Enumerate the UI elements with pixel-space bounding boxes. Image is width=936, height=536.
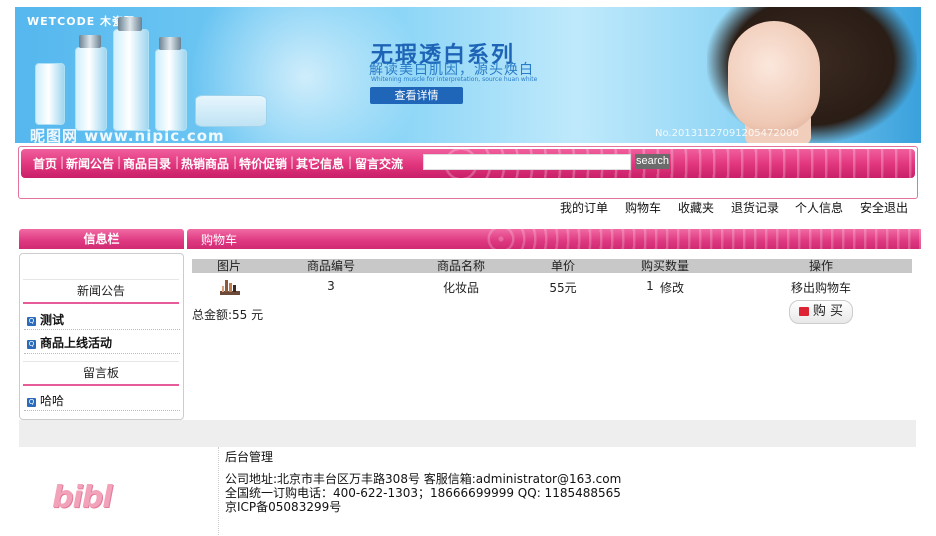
admin-link[interactable]: 后台管理 <box>225 448 273 465</box>
bullet-icon: Q <box>27 340 36 349</box>
cart-title: 购物车 <box>201 233 238 247</box>
banner-details-button[interactable]: 查看详情 <box>370 87 463 104</box>
divider <box>24 329 180 330</box>
cell-product-qty: 1 <box>646 279 654 293</box>
nav-separator: | <box>348 155 353 169</box>
nav-separator: | <box>290 155 295 169</box>
cart-table-header: 图片 商品编号 商品名称 单价 购买数量 操作 <box>192 259 912 273</box>
nav-item-promo[interactable]: 特价促销 <box>239 155 287 172</box>
buy-button[interactable]: 购 买 <box>789 300 853 324</box>
cream-jar-image <box>195 95 267 127</box>
footer-divider <box>218 447 219 535</box>
column-header-image: 图片 <box>216 259 242 273</box>
cell-product-id: 3 <box>327 279 335 293</box>
remove-from-cart-link[interactable]: 移出购物车 <box>791 279 851 296</box>
nav-separator: | <box>233 155 238 169</box>
column-header-qty: 购买数量 <box>640 259 690 273</box>
header-banner: WETCODE 木瓷码 无瑕透白系列 解读美白肌因，源头焕白 Whitening… <box>15 7 921 143</box>
bottle-cap <box>79 35 101 48</box>
search-input[interactable] <box>423 154 631 170</box>
link-favorites[interactable]: 收藏夹 <box>678 199 714 216</box>
search-button[interactable]: search <box>635 154 671 169</box>
sidebar-title: 信息栏 <box>19 229 184 249</box>
news-item-label: 商品上线活动 <box>40 336 113 350</box>
nav-item-message[interactable]: 留言交流 <box>355 155 403 172</box>
model-face <box>728 21 820 133</box>
link-my-orders[interactable]: 我的订单 <box>560 199 608 216</box>
bottle-image <box>155 49 187 131</box>
nav-item-home[interactable]: 首页 <box>33 155 57 172</box>
sidebar-news-title: 新闻公告 <box>23 279 179 304</box>
cart-icon <box>798 307 809 316</box>
nav-separator: | <box>60 155 65 169</box>
sidebar-board-title: 留言板 <box>23 361 179 386</box>
bottle-image <box>75 47 107 131</box>
footer-bar <box>19 420 916 447</box>
column-header-name: 商品名称 <box>436 259 486 273</box>
bullet-icon: Q <box>27 317 36 326</box>
bottle-image <box>35 63 65 125</box>
link-profile[interactable]: 个人信息 <box>795 199 843 216</box>
nav-separator: | <box>117 155 122 169</box>
nav-item-other[interactable]: 其它信息 <box>296 155 344 172</box>
column-header-id: 商品编号 <box>306 259 356 273</box>
banner-watermark: 昵图网 www.nipic.com <box>30 127 225 143</box>
bullet-icon: Q <box>27 398 36 407</box>
news-item[interactable]: Q 测试 <box>27 311 64 328</box>
cell-product-name: 化妆品 <box>442 281 480 295</box>
divider <box>24 353 180 354</box>
cart-header-pattern <box>487 229 921 249</box>
nav-item-catalog[interactable]: 商品目录 <box>123 155 171 172</box>
bottle-image <box>113 29 149 131</box>
board-item-label: 哈哈 <box>40 394 65 408</box>
banner-watermark-id: No.20131127091205472000 <box>655 128 799 139</box>
divider <box>24 410 180 411</box>
link-cart[interactable]: 购物车 <box>625 199 661 216</box>
cart-total: 总金额:55 元 <box>192 308 264 322</box>
cart-header: 购物车 <box>187 229 921 249</box>
column-header-price: 单价 <box>550 259 576 273</box>
banner-subline-en: Whitening muscle for interpretation, sou… <box>371 76 538 83</box>
link-returns[interactable]: 退货记录 <box>731 199 779 216</box>
buy-button-label: 购 买 <box>812 304 844 319</box>
board-item[interactable]: Q 哈哈 <box>27 392 64 409</box>
news-item-label: 测试 <box>40 313 65 327</box>
nav-item-hot[interactable]: 热销商品 <box>181 155 229 172</box>
edit-quantity-link[interactable]: 修改 <box>660 279 684 296</box>
link-logout[interactable]: 安全退出 <box>860 199 908 216</box>
footer-icp: 京ICP备05083299号 <box>225 500 342 514</box>
footer-logo: bibl <box>52 480 113 515</box>
nav-item-news[interactable]: 新闻公告 <box>66 155 114 172</box>
cell-product-price: 55元 <box>549 281 577 295</box>
news-item[interactable]: Q 商品上线活动 <box>27 334 112 351</box>
column-header-action: 操作 <box>808 259 834 273</box>
bottle-cap <box>118 17 142 31</box>
bottle-cap <box>159 37 181 50</box>
nav-separator: | <box>175 155 180 169</box>
product-thumbnail[interactable] <box>216 276 242 298</box>
